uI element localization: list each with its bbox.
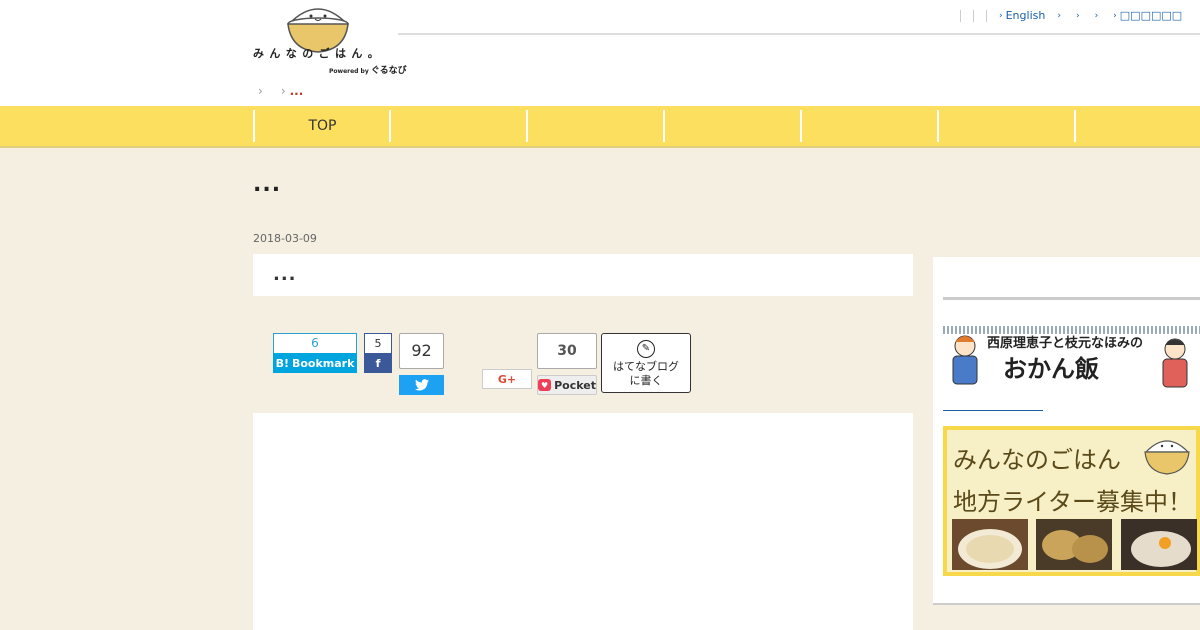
chevron-right-icon[interactable]: › (281, 84, 286, 98)
top-nav-item[interactable]: › (1076, 11, 1083, 21)
pocket-text: Pocket (554, 378, 596, 392)
nav-tab[interactable] (800, 110, 937, 142)
chevron-right-icon: › (1094, 10, 1099, 21)
pocket-count[interactable]: 30 (537, 333, 597, 369)
twitter-bird-icon[interactable] (399, 375, 444, 395)
hatena-blog-line1: はてなブログ (613, 360, 679, 373)
logo-title: みんなのごはん。 (253, 47, 385, 60)
sidebar-bottom-divider (933, 603, 1200, 605)
writer-recruit-banner[interactable]: みんなのごはん 地方ライター募集中！ (943, 426, 1200, 576)
top-nav-label: English (1005, 9, 1046, 22)
top-nav-item[interactable]: › (1095, 11, 1102, 21)
facebook-share-count[interactable]: 5 (364, 333, 392, 353)
powered-by-text: Powered by (329, 68, 369, 75)
breadcrumb-current: ... (289, 84, 304, 98)
post-date: 2018-03-09 (253, 232, 317, 245)
breadcrumb: › › ... (258, 84, 303, 98)
chevron-right-icon: › (1113, 10, 1117, 21)
hatena-bookmark-count[interactable]: 6 (273, 333, 357, 353)
nav-tab[interactable] (1074, 110, 1200, 142)
chevron-right-icon: › (999, 10, 1003, 21)
okan-meshi-banner[interactable]: 西原理恵子と枝元なほみの おかん飯 (943, 326, 1200, 392)
facebook-icon[interactable]: f (364, 353, 392, 373)
nav-tab[interactable] (526, 110, 663, 142)
okan-banner-line2: おかん飯 (1003, 355, 1099, 383)
page-title: ... (253, 172, 282, 197)
top-nav-item[interactable]: › □□□□□□ (1113, 9, 1182, 22)
top-nav-separator (960, 9, 961, 22)
pocket-button[interactable]: 30 ♥ Pocket (537, 333, 597, 395)
oyster-photo (1036, 519, 1112, 570)
facebook-share-button[interactable]: 5 f (364, 333, 392, 373)
pocket-icon: ♥ (538, 379, 552, 391)
site-header: みんなのごはん。 Powered by ぐるなび › English › › › … (0, 0, 1200, 106)
top-nav-english[interactable]: › English (999, 9, 1045, 22)
article-summary-box: ... (253, 254, 913, 296)
google-plus-button[interactable]: G+ (482, 369, 532, 389)
nav-tab[interactable] (937, 110, 1074, 142)
rice-bowl-icon (1144, 440, 1190, 475)
sidebar-link-underline[interactable] (943, 410, 1043, 411)
header-divider (398, 33, 1200, 35)
chevron-right-icon: › (1057, 10, 1061, 21)
article-summary: ... (273, 264, 297, 285)
rice-bowl-photo (1121, 519, 1197, 570)
hatena-bookmark-icon: B! (275, 356, 289, 370)
sidebar-divider (943, 297, 1200, 300)
logo-powered-by: Powered by ぐるなび (329, 63, 407, 76)
writer-banner-line1: みんなのごはん (953, 446, 1121, 474)
top-utility-nav: › English › › › › □□□□□□ (960, 9, 1194, 22)
chevron-right-icon[interactable]: › (258, 84, 263, 98)
powered-by-brand: ぐるなび (370, 66, 407, 76)
writer-banner-line2: 地方ライター募集中！ (953, 488, 1193, 516)
global-nav: TOP (0, 106, 1200, 148)
twitter-share-count[interactable]: 92 (399, 333, 444, 369)
nav-tab-top[interactable]: TOP (253, 110, 390, 142)
chevron-right-icon: › (1075, 10, 1080, 21)
top-nav-label: □□□□□□ (1119, 9, 1183, 22)
hatena-bookmark-button[interactable]: 6 B! Bookmark (273, 333, 357, 373)
ramen-photo (952, 519, 1028, 570)
article-content (253, 413, 913, 630)
pocket-label[interactable]: ♥ Pocket (537, 375, 597, 395)
twitter-icon (414, 379, 429, 391)
character-illustration-icon (1162, 338, 1188, 388)
nav-tab[interactable] (663, 110, 800, 142)
hatena-bookmark-label[interactable]: B! Bookmark (273, 353, 357, 373)
nav-tab[interactable] (389, 110, 526, 142)
pen-icon: ✎ (637, 340, 655, 358)
top-nav-separator (973, 9, 974, 22)
top-nav-item[interactable]: › (1057, 11, 1064, 21)
hatena-blog-line2: に書く (629, 374, 663, 387)
character-illustration-icon (952, 335, 978, 385)
top-nav-separator (986, 9, 987, 22)
hatena-blog-button[interactable]: ✎ はてなブログ に書く (601, 333, 691, 393)
site-logo[interactable]: みんなのごはん。 Powered by ぐるなび (253, 2, 407, 76)
twitter-share-button[interactable]: 92 (399, 333, 444, 395)
hatena-bookmark-text: Bookmark (291, 356, 355, 370)
